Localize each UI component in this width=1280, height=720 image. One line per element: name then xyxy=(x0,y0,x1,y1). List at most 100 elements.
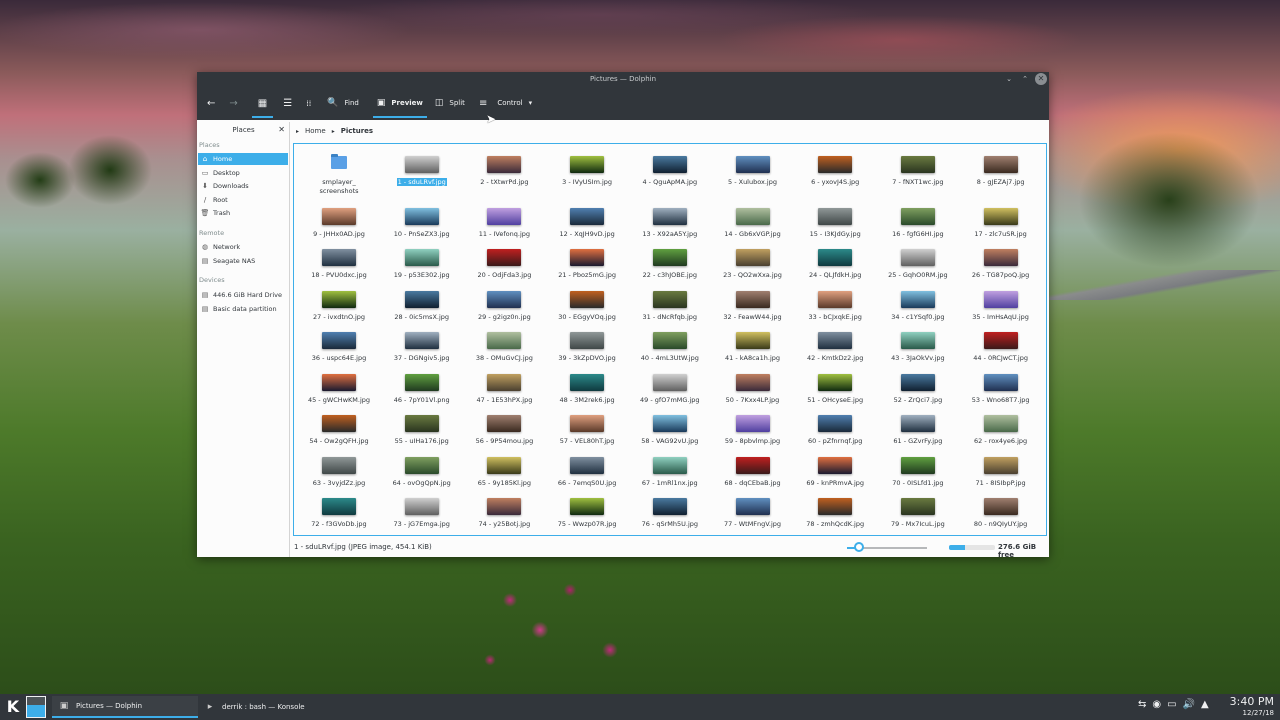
file-item[interactable]: 76 - qSrMh5U.jpg xyxy=(629,490,711,534)
file-item[interactable]: 19 - p53E302.jpg xyxy=(381,241,463,285)
file-item[interactable]: 8 - gJEZAj7.jpg xyxy=(960,148,1042,192)
file-item[interactable]: 74 - y25Botj.jpg xyxy=(463,490,545,534)
file-item[interactable]: 75 - Wwzp07R.jpg xyxy=(546,490,628,534)
file-item[interactable]: 58 - VAG92vU.jpg xyxy=(629,407,711,451)
tray-expand-icon[interactable]: ▲ xyxy=(1201,699,1209,710)
preview-button[interactable]: ▣ Preview xyxy=(372,86,427,120)
task-konsole[interactable]: ▸ derrik : bash — Konsole xyxy=(198,696,346,718)
file-item[interactable]: 7 - fNXT1wc.jpg xyxy=(877,148,959,192)
maximize-icon[interactable]: ⌃ xyxy=(1019,73,1031,85)
file-item[interactable]: 40 - 4mL3UtW.jpg xyxy=(629,324,711,368)
places-item-home[interactable]: ⌂ Home xyxy=(198,153,288,165)
file-item[interactable]: 50 - 7Kxx4LP.jpg xyxy=(712,366,794,410)
file-item[interactable]: 41 - kA8ca1h.jpg xyxy=(712,324,794,368)
file-item[interactable]: 22 - c3hJOBE.jpg xyxy=(629,241,711,285)
places-item-desktop[interactable]: ▭ Desktop xyxy=(198,167,288,179)
desktop-pager[interactable] xyxy=(26,696,46,718)
split-button[interactable]: ◫ Split xyxy=(435,86,465,120)
file-item[interactable]: 54 - Ow2gQFH.jpg xyxy=(298,407,380,451)
file-item[interactable]: 38 - OMuGvCJ.jpg xyxy=(463,324,545,368)
minimize-icon[interactable]: ⌄ xyxy=(1003,73,1015,85)
file-item[interactable]: 53 - Wno68T7.jpg xyxy=(960,366,1042,410)
file-item[interactable]: 67 - 1mRl1nx.jpg xyxy=(629,449,711,493)
file-item[interactable]: 3 - IVyUSIm.jpg xyxy=(546,148,628,192)
file-item[interactable]: 57 - VEL80hT.jpg xyxy=(546,407,628,451)
file-item[interactable]: 14 - Gb6xVGP.jpg xyxy=(712,200,794,244)
file-item[interactable]: 80 - n9QIyUY.jpg xyxy=(960,490,1042,534)
file-item[interactable]: 79 - Mx7IcuL.jpg xyxy=(877,490,959,534)
window-titlebar[interactable]: Pictures — Dolphin ⌄ ⌃ ✕ xyxy=(197,72,1049,86)
file-item[interactable]: 71 - 8ISIbpP.jpg xyxy=(960,449,1042,493)
volume-icon[interactable]: 🔊 xyxy=(1183,699,1195,710)
file-item[interactable]: 44 - 0RCJwCT.jpg xyxy=(960,324,1042,368)
file-item[interactable]: 24 - QLJfdkH.jpg xyxy=(794,241,876,285)
file-item[interactable]: 59 - 8pbvlmp.jpg xyxy=(712,407,794,451)
file-item[interactable]: 45 - gWCHwKM.jpg xyxy=(298,366,380,410)
file-item[interactable]: 77 - WtMFngV.jpg xyxy=(712,490,794,534)
kde-connect-icon[interactable]: ⇆ xyxy=(1138,699,1146,710)
folder-item[interactable]: smplayer_ screenshots xyxy=(298,148,380,195)
file-item[interactable]: 4 - QguApMA.jpg xyxy=(629,148,711,192)
file-item[interactable]: 32 - FeawW44.jpg xyxy=(712,283,794,327)
file-item[interactable]: 31 - dNcRfqb.jpg xyxy=(629,283,711,327)
file-item[interactable]: 65 - 9y185Kl.jpg xyxy=(463,449,545,493)
file-item[interactable]: 66 - 7emqS0U.jpg xyxy=(546,449,628,493)
file-item[interactable]: 51 - OHcyseE.jpg xyxy=(794,366,876,410)
file-item[interactable]: 46 - 7pY01Vl.png xyxy=(381,366,463,410)
file-item[interactable]: 39 - 3kZpDVO.jpg xyxy=(546,324,628,368)
breadcrumb-current[interactable]: Pictures xyxy=(341,127,373,135)
file-item[interactable]: 34 - c1YSqf0.jpg xyxy=(877,283,959,327)
file-item[interactable]: 37 - DGNgiv5.jpg xyxy=(381,324,463,368)
file-item[interactable]: 27 - ivxdtnO.jpg xyxy=(298,283,380,327)
file-item[interactable]: 55 - uIHa176.jpg xyxy=(381,407,463,451)
places-item-partition[interactable]: ▤ Basic data partition xyxy=(198,303,288,315)
zoom-slider-handle[interactable] xyxy=(854,542,864,552)
file-item[interactable]: 70 - 0ISLfd1.jpg xyxy=(877,449,959,493)
file-view[interactable]: smplayer_ screenshots 1 - sduLRvf.jpg 2 - … xyxy=(293,143,1047,536)
file-item[interactable]: 73 - jG7Emga.jpg xyxy=(381,490,463,534)
back-button[interactable]: ← xyxy=(207,86,215,120)
places-item-seagate-nas[interactable]: ▤ Seagate NAS xyxy=(198,255,288,267)
file-item[interactable]: 43 - 3JaOkVv.jpg xyxy=(877,324,959,368)
file-item[interactable]: 64 - ovOgQpN.jpg xyxy=(381,449,463,493)
file-item[interactable]: 20 - OdjFda3.jpg xyxy=(463,241,545,285)
file-item[interactable]: 56 - 9P54mou.jpg xyxy=(463,407,545,451)
file-item[interactable]: 28 - 0ic5msX.jpg xyxy=(381,283,463,327)
file-item[interactable]: 36 - uspc64E.jpg xyxy=(298,324,380,368)
camera-icon[interactable]: ◉ xyxy=(1152,699,1161,710)
file-item[interactable]: 26 - TG87poQ.jpg xyxy=(960,241,1042,285)
file-item[interactable]: 68 - dqCEbaB.jpg xyxy=(712,449,794,493)
file-item[interactable]: 13 - X92aA5Y.jpg xyxy=(629,200,711,244)
file-item[interactable]: 25 - GqhO0RM.jpg xyxy=(877,241,959,285)
icons-view-button[interactable]: ▦ xyxy=(251,86,274,120)
file-item[interactable]: 52 - ZrQci7.jpg xyxy=(877,366,959,410)
places-item-network[interactable]: ◍ Network xyxy=(198,241,288,253)
places-item-downloads[interactable]: ⬇ Downloads xyxy=(198,180,288,192)
file-item[interactable]: 2 - tXtwrPd.jpg xyxy=(463,148,545,192)
file-item[interactable]: 16 - fgfG6HI.jpg xyxy=(877,200,959,244)
file-item[interactable]: 11 - IVefonq.jpg xyxy=(463,200,545,244)
file-item[interactable]: 5 - Xulubox.jpg xyxy=(712,148,794,192)
file-item[interactable]: 42 - KmtkDz2.jpg xyxy=(794,324,876,368)
file-item[interactable]: 10 - PnSeZX3.jpg xyxy=(381,200,463,244)
places-item-hard-drive[interactable]: ▤ 446.6 GiB Hard Drive xyxy=(198,289,288,301)
file-item[interactable]: 30 - EGgyVOq.jpg xyxy=(546,283,628,327)
file-item[interactable]: 49 - gfO7mMG.jpg xyxy=(629,366,711,410)
file-item[interactable]: 1 - sduLRvf.jpg xyxy=(381,148,463,192)
file-item[interactable]: 21 - Pboz5mG.jpg xyxy=(546,241,628,285)
file-item[interactable]: 23 - QO2wXxa.jpg xyxy=(712,241,794,285)
file-item[interactable]: 29 - g2igz0n.jpg xyxy=(463,283,545,327)
file-item[interactable]: 63 - 3vyjdZz.jpg xyxy=(298,449,380,493)
close-panel-icon[interactable]: ✕ xyxy=(278,124,285,136)
file-item[interactable]: 33 - bCJxqkE.jpg xyxy=(794,283,876,327)
file-item[interactable]: 15 - I3KJdGy.jpg xyxy=(794,200,876,244)
file-item[interactable]: 9 - JHHx0AD.jpg xyxy=(298,200,380,244)
close-icon[interactable]: ✕ xyxy=(1035,73,1047,85)
file-item[interactable]: 35 - ImHsAqU.jpg xyxy=(960,283,1042,327)
details-view-button[interactable]: ☰ xyxy=(283,86,292,120)
display-icon[interactable]: ▭ xyxy=(1167,699,1176,710)
file-item[interactable]: 62 - rox4ye6.jpg xyxy=(960,407,1042,451)
task-dolphin[interactable]: ▣ Pictures — Dolphin xyxy=(52,696,198,718)
places-item-trash[interactable]: 🗑 Trash xyxy=(198,207,288,219)
file-item[interactable]: 6 - yxovJ4S.jpg xyxy=(794,148,876,192)
